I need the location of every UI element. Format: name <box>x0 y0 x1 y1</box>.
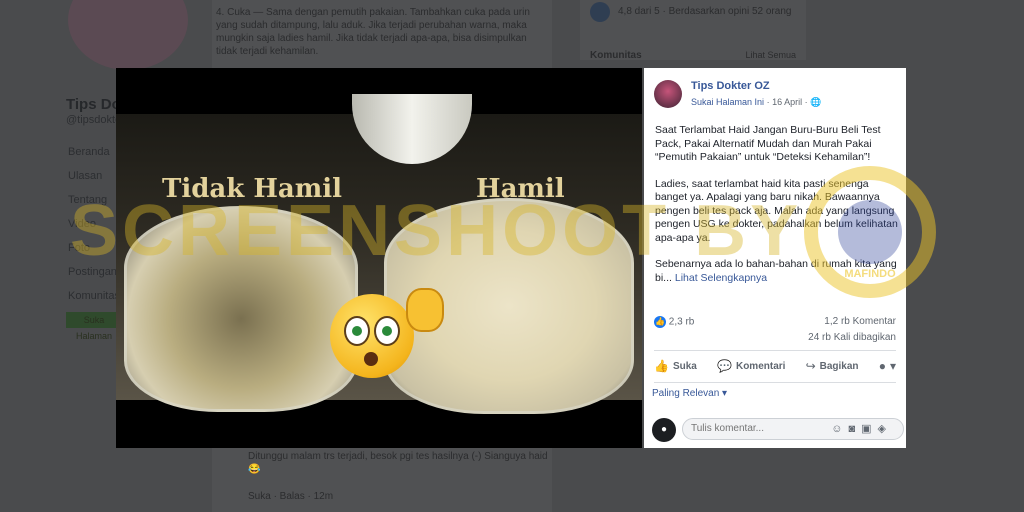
nav-item-ulasan[interactable]: Ulasan <box>68 164 120 188</box>
smiley-icon[interactable]: ☺ <box>831 423 848 435</box>
author-name[interactable]: Tips Dokter OZ <box>691 80 770 92</box>
seal-text: MAFINDO <box>844 268 896 280</box>
confused-emoji-icon <box>330 288 444 378</box>
rating-icon <box>590 2 610 22</box>
share-button[interactable]: ↪ Bagikan <box>806 359 859 373</box>
emoji-eye-left <box>344 316 370 346</box>
divider <box>654 382 896 383</box>
like-count[interactable]: 2,3 rb <box>669 317 695 328</box>
community-heading: Komunitas <box>590 50 642 61</box>
like-page-link[interactable]: Sukai Halaman Ini <box>691 97 764 107</box>
share-count[interactable]: 24 rb Kali dibagikan <box>808 332 896 343</box>
post-meta: Sukai Halaman Ini · 16 April · 🌐 <box>691 97 821 108</box>
background-post-text: 4. Cuka — Sama dengan pemutih pakaian. T… <box>216 7 530 57</box>
share-arrow-icon: ↪ <box>805 359 816 373</box>
counts-right: 1,2 rb Komentar 24 rb Kali dibagikan <box>808 316 896 343</box>
emoji-eye-right <box>374 316 400 346</box>
nav-item-beranda[interactable]: Beranda <box>68 140 120 164</box>
speech-bubble-icon: 💬 <box>717 359 732 373</box>
sticker-icon[interactable]: ◈ <box>878 423 892 435</box>
post-photo: Tidak Hamil Hamil <box>116 94 642 414</box>
chevron-down-icon: ▾ <box>889 359 896 373</box>
comment-count[interactable]: 1,2 rb Komentar <box>824 316 896 327</box>
share-label: Bagikan <box>819 360 859 372</box>
cup-not-pregnant <box>124 206 358 412</box>
label-tidak-hamil: Tidak Hamil <box>162 174 342 204</box>
thumbs-up-icon: 👍 <box>654 359 669 373</box>
post-stats: 👍 2,3 rb 1,2 rb Komentar 24 rb Kali diba… <box>654 316 896 343</box>
user-avatar: ● <box>652 418 676 442</box>
page-avatar <box>68 0 188 70</box>
see-more-link[interactable]: Lihat Selengkapnya <box>675 272 767 284</box>
comment-label: Komentari <box>735 360 786 372</box>
bleach-bottle <box>352 94 472 164</box>
post-actions: 👍 Suka 💬 Komentari ↪ Bagikan ● ▾ <box>654 354 896 378</box>
divider <box>654 350 896 351</box>
comment-button[interactable]: 💬 Komentari <box>717 359 785 373</box>
like-page-button[interactable]: Suka Halaman <box>66 312 122 341</box>
emoji-hand <box>406 288 444 332</box>
background-right-column: 4,8 dari 5 · Berdasarkan opini 52 orang … <box>580 0 806 61</box>
comment-composer: ● ☺◙▣◈ <box>652 418 904 442</box>
post-paragraph: Saat Terlambat Haid Jangan Buru-Buru Bel… <box>655 124 881 163</box>
comment-meta: Suka · Balas · 12m <box>248 491 334 502</box>
like-reaction-icon: 👍 <box>654 316 666 328</box>
rating-text: 4,8 dari 5 · Berdasarkan opini 52 orang <box>618 6 792 17</box>
seal-center <box>838 200 902 264</box>
emoji-mouth <box>364 352 378 366</box>
background-comment: Ditunggu malam trs terjadi, besok pgi te… <box>248 450 548 503</box>
author-avatar[interactable] <box>654 80 682 108</box>
page-nav: Beranda Ulasan Tentang Video Foto Postin… <box>68 140 120 308</box>
comment-text: Ditunggu malam trs terjadi, besok pgi te… <box>248 451 548 475</box>
camera-icon[interactable]: ◙ <box>848 423 861 435</box>
nav-item-video[interactable]: Video <box>68 212 120 236</box>
nav-item-foto[interactable]: Foto <box>68 236 120 260</box>
mafindo-seal-icon: MAFINDO <box>804 166 936 298</box>
gif-icon[interactable]: ▣ <box>861 423 877 435</box>
globe-icon: 🌐 <box>810 97 822 107</box>
like-label: Suka <box>672 360 697 372</box>
see-all-link[interactable]: Lihat Semua <box>745 50 796 60</box>
nav-item-komunitas[interactable]: Komunitas <box>68 284 120 308</box>
sort-dropdown[interactable]: Paling Relevan ▾ <box>652 388 727 399</box>
nav-item-tentang[interactable]: Tentang <box>68 188 120 212</box>
composer-icons: ☺◙▣◈ <box>831 422 892 435</box>
avatar-small-icon: ● <box>878 359 886 373</box>
nav-item-postingan[interactable]: Postingan <box>68 260 120 284</box>
audience-selector[interactable]: ● ▾ <box>879 359 896 373</box>
post-date[interactable]: 16 April <box>772 97 802 107</box>
label-hamil: Hamil <box>476 174 565 204</box>
like-button[interactable]: 👍 Suka <box>654 359 697 373</box>
photo-viewer[interactable]: Tidak Hamil Hamil <box>116 68 642 448</box>
